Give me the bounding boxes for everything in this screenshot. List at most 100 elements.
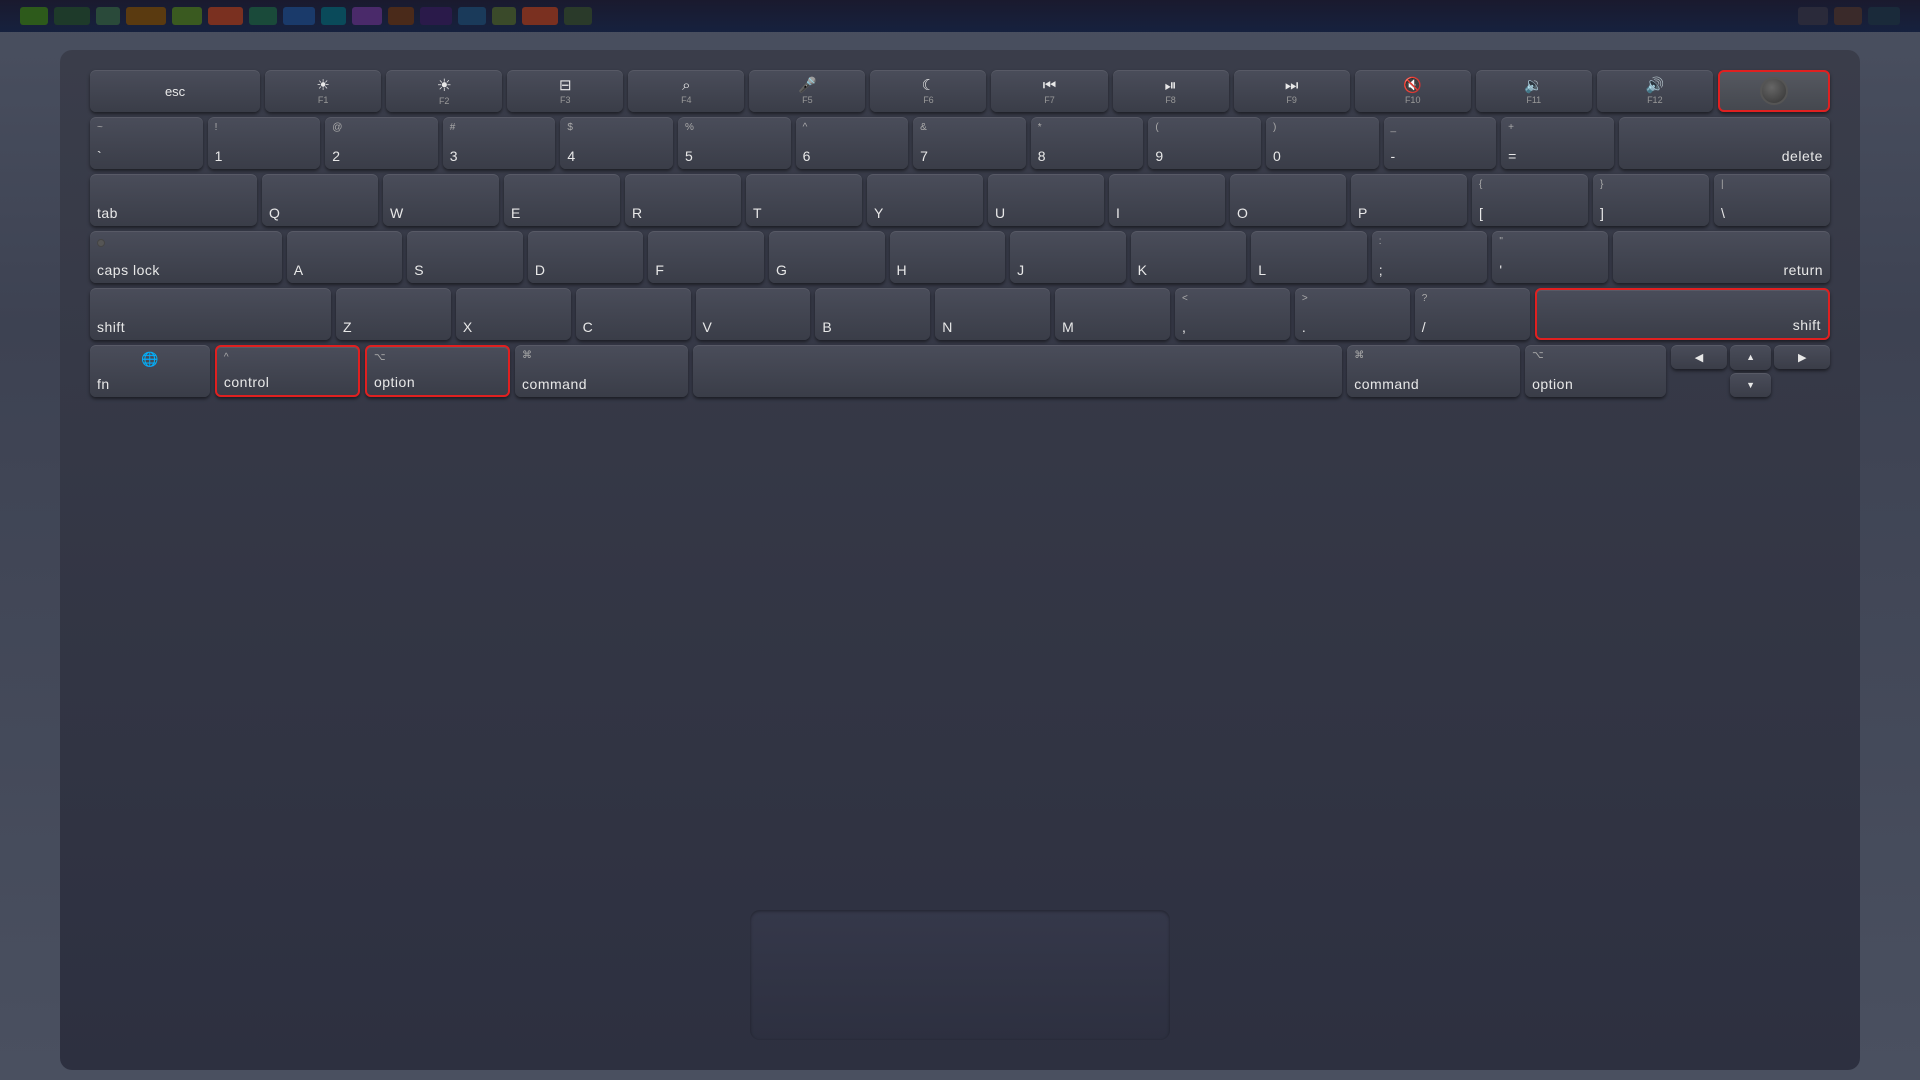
key-dquote-label: " bbox=[1499, 236, 1503, 247]
key-d[interactable]: D bbox=[528, 231, 644, 283]
key-h[interactable]: H bbox=[890, 231, 1006, 283]
key-i[interactable]: I bbox=[1109, 174, 1225, 226]
key-9[interactable]: ( 9 bbox=[1148, 117, 1261, 169]
key-2-label: 2 bbox=[332, 148, 340, 164]
key-f10[interactable]: 🔇 F10 bbox=[1355, 70, 1471, 112]
key-f11-label: F11 bbox=[1526, 95, 1541, 105]
key-q[interactable]: Q bbox=[262, 174, 378, 226]
key-quote[interactable]: " ' bbox=[1492, 231, 1608, 283]
key-z-label: Z bbox=[343, 319, 352, 335]
key-capslock[interactable]: caps lock bbox=[90, 231, 282, 283]
key-5[interactable]: % 5 bbox=[678, 117, 791, 169]
key-2[interactable]: @ 2 bbox=[325, 117, 438, 169]
key-semicolon[interactable]: : ; bbox=[1372, 231, 1488, 283]
key-c-label: C bbox=[583, 319, 594, 335]
key-f2[interactable]: ☀ F2 bbox=[386, 70, 502, 112]
key-shift-right[interactable]: shift bbox=[1535, 288, 1830, 340]
key-f4[interactable]: ⌕ F4 bbox=[628, 70, 744, 112]
key-fn[interactable]: 🌐 fn bbox=[90, 345, 210, 397]
key-l[interactable]: L bbox=[1251, 231, 1367, 283]
key-comma[interactable]: < , bbox=[1175, 288, 1290, 340]
key-command-left[interactable]: ⌘ command bbox=[515, 345, 688, 397]
screen-icon-r1 bbox=[1798, 7, 1828, 25]
volume-down-icon: 🔉 bbox=[1524, 78, 1543, 93]
key-m[interactable]: M bbox=[1055, 288, 1170, 340]
key-return[interactable]: return bbox=[1613, 231, 1830, 283]
key-rbracket[interactable]: } ] bbox=[1593, 174, 1709, 226]
key-f7[interactable]: ⏮ F7 bbox=[991, 70, 1107, 112]
key-shift-left-label: shift bbox=[97, 319, 125, 335]
key-f5[interactable]: 🎤 F5 bbox=[749, 70, 865, 112]
key-g[interactable]: G bbox=[769, 231, 885, 283]
key-esc[interactable]: esc bbox=[90, 70, 260, 112]
key-j[interactable]: J bbox=[1010, 231, 1126, 283]
key-t-label: T bbox=[753, 205, 762, 221]
key-slash[interactable]: ? / bbox=[1415, 288, 1530, 340]
key-f11[interactable]: 🔉 F11 bbox=[1476, 70, 1592, 112]
laptop-body: esc ☀ F1 ☀ F2 ⊟ F3 ⌕ F4 bbox=[0, 0, 1920, 1080]
key-c[interactable]: C bbox=[576, 288, 691, 340]
key-e[interactable]: E bbox=[504, 174, 620, 226]
play-pause-icon: ⏯ bbox=[1165, 78, 1177, 93]
key-3[interactable]: # 3 bbox=[443, 117, 556, 169]
key-command-right[interactable]: ⌘ command bbox=[1347, 345, 1520, 397]
key-f3[interactable]: ⊟ F3 bbox=[507, 70, 623, 112]
key-y[interactable]: Y bbox=[867, 174, 983, 226]
key-k-label: K bbox=[1138, 262, 1148, 278]
key-8[interactable]: * 8 bbox=[1031, 117, 1144, 169]
key-arrow-left[interactable]: ◀ bbox=[1671, 345, 1727, 369]
key-a[interactable]: A bbox=[287, 231, 403, 283]
key-rbracket-label: ] bbox=[1600, 205, 1604, 221]
key-arrow-right[interactable]: ▶ bbox=[1774, 345, 1830, 369]
key-arrow-up[interactable]: ▲ bbox=[1730, 345, 1772, 370]
key-4[interactable]: $ 4 bbox=[560, 117, 673, 169]
key-o[interactable]: O bbox=[1230, 174, 1346, 226]
screen-icon-9 bbox=[321, 7, 346, 25]
key-backtick[interactable]: ~ ` bbox=[90, 117, 203, 169]
key-power[interactable] bbox=[1718, 70, 1830, 112]
key-option-right[interactable]: ⌥ option bbox=[1525, 345, 1666, 397]
key-lbracket[interactable]: { [ bbox=[1472, 174, 1588, 226]
key-6[interactable]: ^ 6 bbox=[796, 117, 909, 169]
key-f8[interactable]: ⏯ F8 bbox=[1113, 70, 1229, 112]
key-f1[interactable]: ☀ F1 bbox=[265, 70, 381, 112]
key-arrow-down[interactable]: ▼ bbox=[1730, 373, 1772, 398]
key-p[interactable]: P bbox=[1351, 174, 1467, 226]
key-f9[interactable]: ⏭ F9 bbox=[1234, 70, 1350, 112]
key-backslash[interactable]: | \ bbox=[1714, 174, 1830, 226]
key-t[interactable]: T bbox=[746, 174, 862, 226]
key-x[interactable]: X bbox=[456, 288, 571, 340]
key-w[interactable]: W bbox=[383, 174, 499, 226]
key-l-label: L bbox=[1258, 262, 1266, 278]
key-option-right-label: option bbox=[1532, 376, 1573, 392]
key-s-label: S bbox=[414, 262, 424, 278]
key-minus[interactable]: _ - bbox=[1384, 117, 1497, 169]
trackpad[interactable] bbox=[750, 910, 1170, 1040]
key-z[interactable]: Z bbox=[336, 288, 451, 340]
key-r[interactable]: R bbox=[625, 174, 741, 226]
key-1[interactable]: ! 1 bbox=[208, 117, 321, 169]
keyboard-rows: esc ☀ F1 ☀ F2 ⊟ F3 ⌕ F4 bbox=[90, 70, 1830, 896]
key-delete[interactable]: delete bbox=[1619, 117, 1830, 169]
key-k[interactable]: K bbox=[1131, 231, 1247, 283]
key-period[interactable]: > . bbox=[1295, 288, 1410, 340]
key-v[interactable]: V bbox=[696, 288, 811, 340]
key-option-left[interactable]: ⌥ option bbox=[365, 345, 510, 397]
key-n[interactable]: N bbox=[935, 288, 1050, 340]
key-0[interactable]: ) 0 bbox=[1266, 117, 1379, 169]
key-b[interactable]: B bbox=[815, 288, 930, 340]
key-control[interactable]: ^ control bbox=[215, 345, 360, 397]
key-7[interactable]: & 7 bbox=[913, 117, 1026, 169]
key-n-label: N bbox=[942, 319, 953, 335]
key-f6[interactable]: ☾ F6 bbox=[870, 70, 986, 112]
key-u[interactable]: U bbox=[988, 174, 1104, 226]
key-quote-label: ' bbox=[1499, 262, 1502, 278]
key-f[interactable]: F bbox=[648, 231, 764, 283]
key-s[interactable]: S bbox=[407, 231, 523, 283]
key-tab[interactable]: tab bbox=[90, 174, 257, 226]
key-space[interactable] bbox=[693, 345, 1342, 397]
key-shift-left[interactable]: shift bbox=[90, 288, 331, 340]
mute-icon: 🔇 bbox=[1403, 78, 1422, 93]
key-equals[interactable]: + = bbox=[1501, 117, 1614, 169]
key-f12[interactable]: 🔊 F12 bbox=[1597, 70, 1713, 112]
